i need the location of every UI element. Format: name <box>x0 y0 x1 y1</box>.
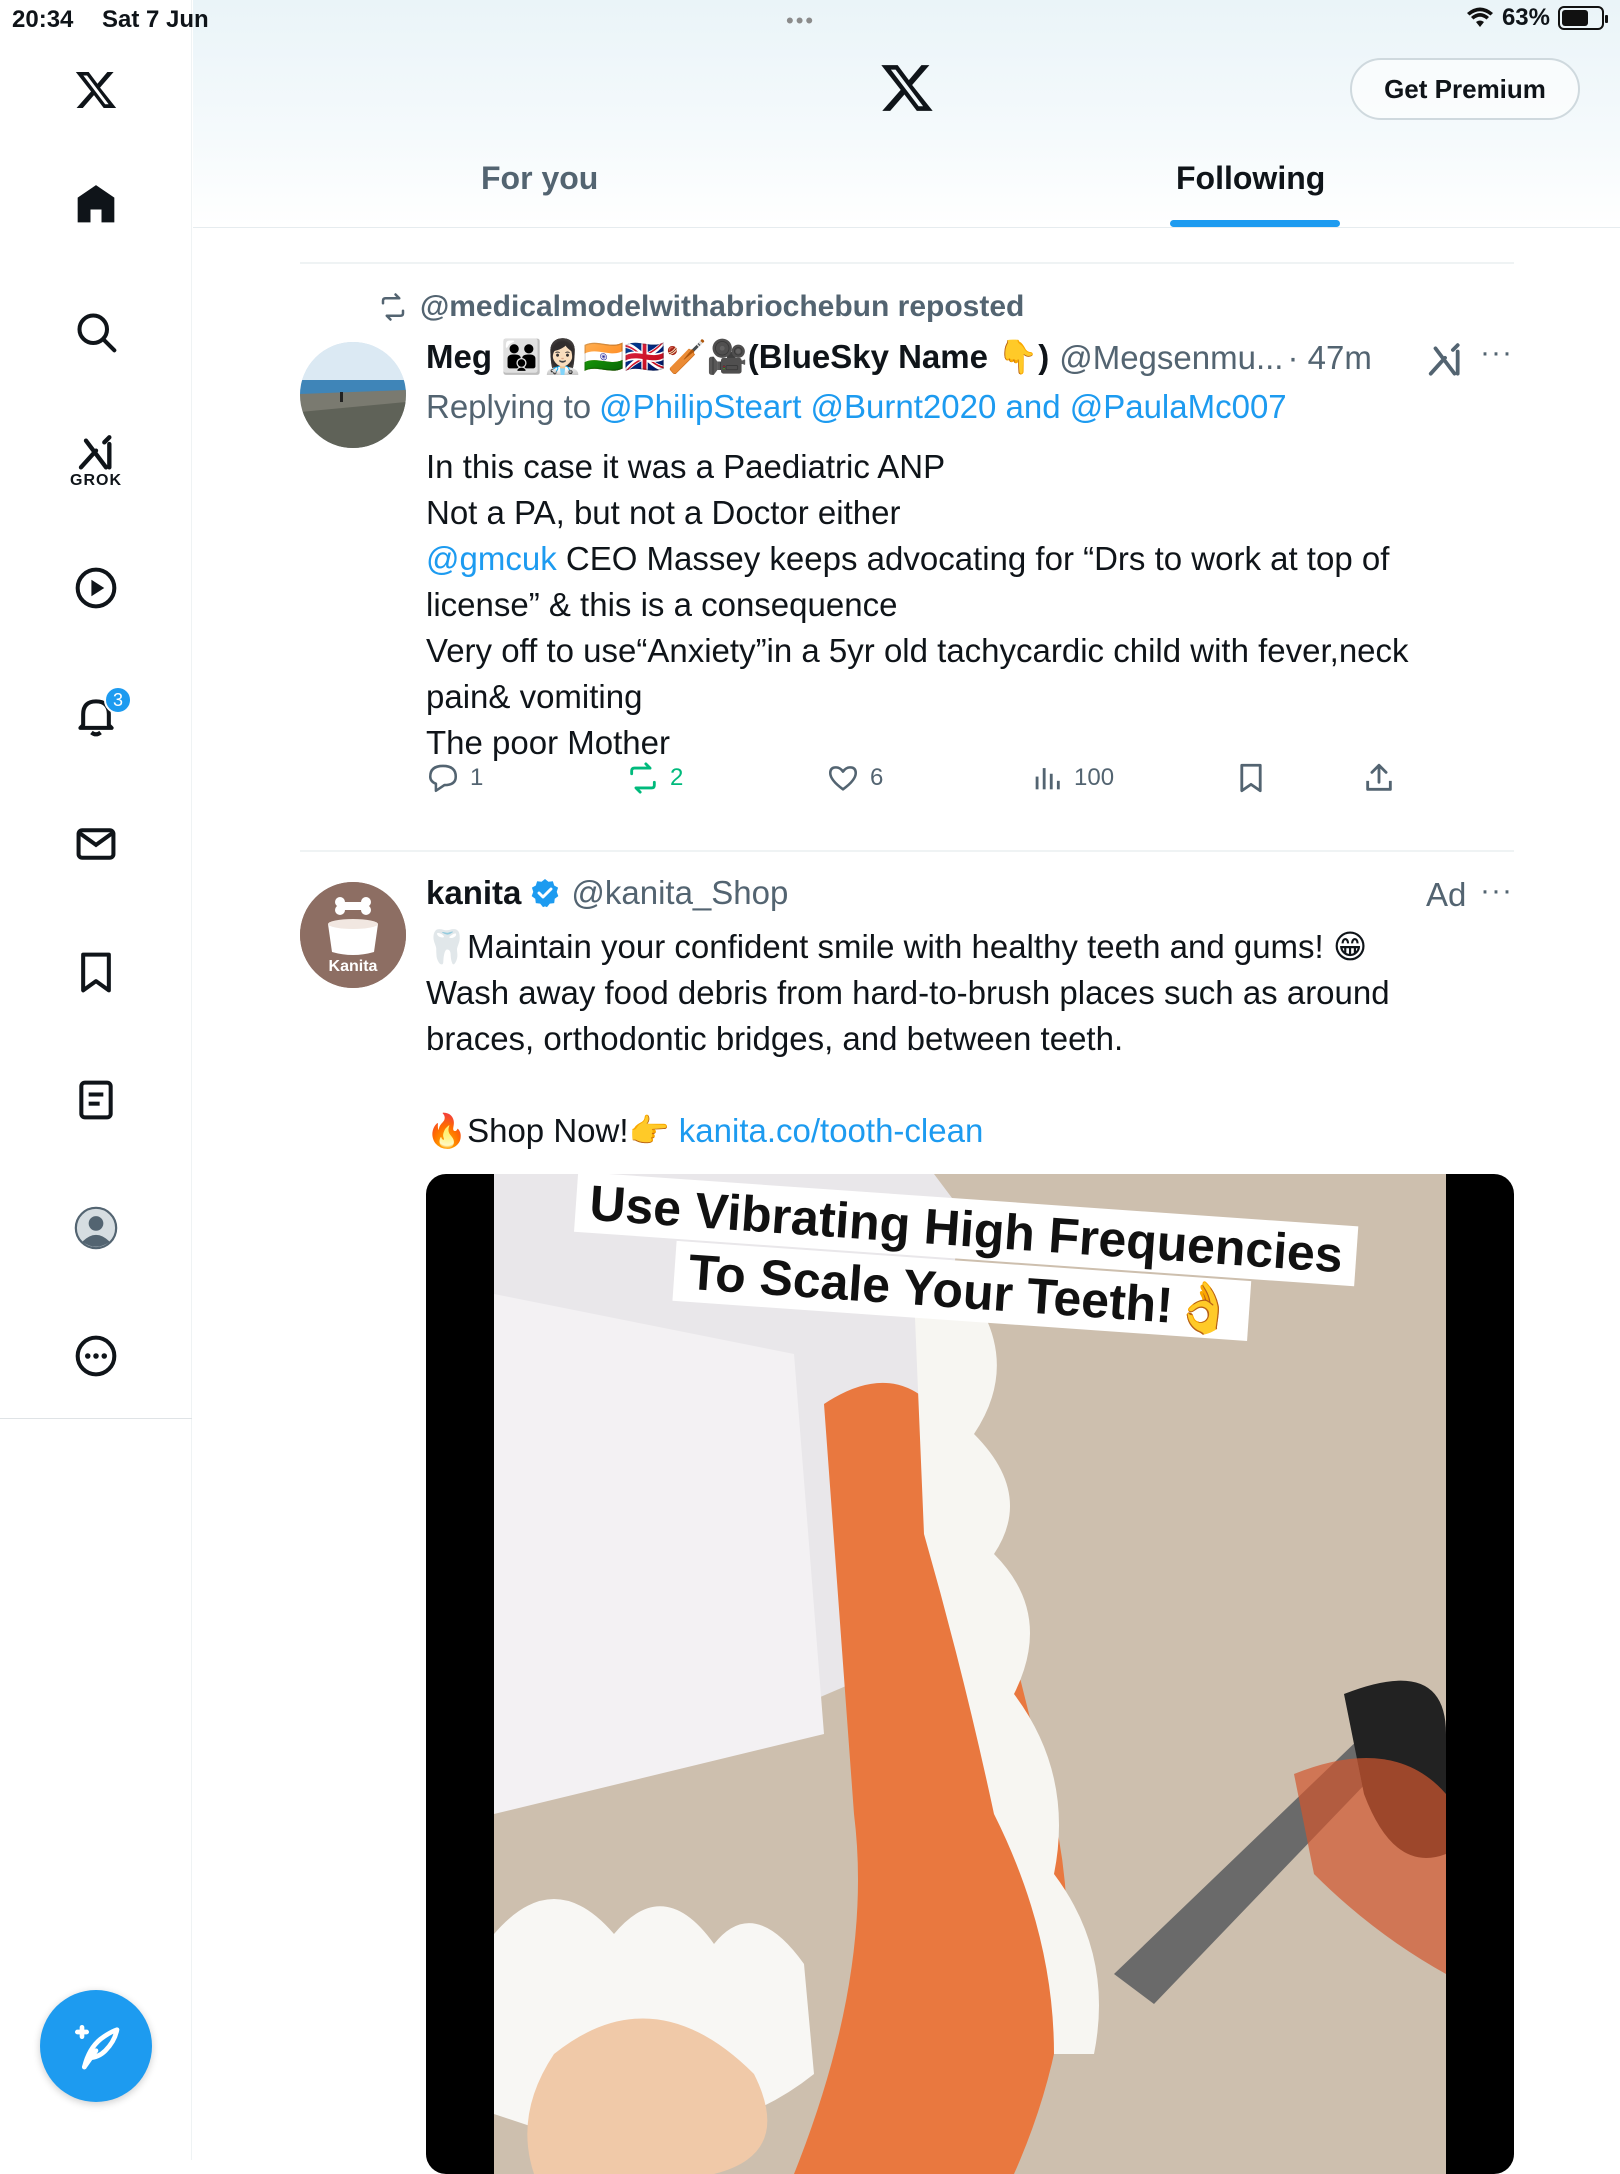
replying-prefix: Replying to <box>426 388 592 425</box>
like-button[interactable]: 6 <box>826 761 883 795</box>
author-handle[interactable]: @Megsenmu... <box>1059 339 1283 377</box>
replying-mentions[interactable]: @PhilipSteart @Burnt2020 and @PaulaMc007 <box>599 388 1287 426</box>
share-button[interactable] <box>1362 761 1396 795</box>
post-line: @gmcuk CEO Massey keeps advocating for “… <box>426 536 1486 582</box>
bookmarks-icon[interactable] <box>56 932 136 1012</box>
repost-small-icon <box>381 293 405 321</box>
multitasking-dots-icon[interactable]: ••• <box>786 8 815 34</box>
video-frame: Use Vibrating High Frequencies To Scale … <box>494 1174 1446 2174</box>
views-chart-icon <box>1035 768 1060 790</box>
compose-post-button[interactable] <box>40 1990 152 2102</box>
post-more-icon[interactable]: ··· <box>1480 874 1513 908</box>
ad-label: Ad <box>1426 876 1467 913</box>
home-icon[interactable] <box>56 164 136 244</box>
post-line: The poor Mother <box>426 724 670 761</box>
author-name[interactable]: kanita <box>426 874 521 912</box>
post-kanita-text: 🦷Maintain your confident smile with heal… <box>426 924 1486 1154</box>
author-handle[interactable]: @kanita_Shop <box>571 874 788 912</box>
post-line: 🔥Shop Now!👉 kanita.co/tooth-clean <box>426 1108 1486 1154</box>
replying-to: Replying to @PhilipSteart @Burnt2020 and… <box>426 388 1287 426</box>
tab-for-you[interactable]: For you <box>481 160 598 197</box>
grok-icon[interactable]: GROK <box>56 422 136 502</box>
ad-video-media[interactable]: Use Vibrating High Frequencies To Scale … <box>426 1174 1514 2174</box>
post-time[interactable]: · 47m <box>1287 339 1371 377</box>
avatar-kanita[interactable]: Kanita <box>300 882 406 988</box>
repost-count: 2 <box>670 764 684 791</box>
verified-badge-icon <box>532 879 559 908</box>
bookmark-icon <box>1240 763 1262 793</box>
video-icon[interactable] <box>56 548 136 628</box>
notifications-badge: 3 <box>104 686 132 714</box>
status-bar: 20:34 Sat 7 Jun ••• 63% <box>0 0 1620 40</box>
post-line: Very off to use“Anxiety”in a 5yr old tac… <box>426 632 1409 669</box>
author-name[interactable]: Meg 🧑‍🧑‍🧒👩🏻‍⚕️🇮🇳🇬🇧🏏🎥(BlueSky Name 👇) <box>426 338 1049 377</box>
tab-following[interactable]: Following <box>1176 160 1325 197</box>
get-premium-button[interactable]: Get Premium <box>1350 58 1580 120</box>
post-meg-text: In this case it was a Paediatric ANP Not… <box>426 444 1486 766</box>
grok-label: GROK <box>70 472 122 489</box>
post-divider <box>300 850 1514 852</box>
shop-link[interactable]: kanita.co/tooth-clean <box>679 1112 984 1149</box>
battery-icon <box>1558 6 1608 30</box>
profile-avatar-icon[interactable] <box>56 1188 136 1268</box>
status-time: 20:34 <box>12 6 74 33</box>
notifications-icon[interactable]: 3 <box>56 676 136 756</box>
x-logo-icon[interactable] <box>56 50 136 130</box>
compose-feather-icon <box>75 2025 120 2070</box>
repost-text: @medicalmodelwithabriochebun reposted <box>420 290 1025 323</box>
repost-indicator: @medicalmodelwithabriochebun reposted <box>378 290 1024 324</box>
avatar-kanita-label: Kanita <box>328 958 378 975</box>
x-header-logo-icon <box>881 65 933 111</box>
share-icon <box>1366 763 1392 791</box>
battery-percent: 63% <box>1501 4 1550 31</box>
post-line: braces, orthodontic bridges, and between… <box>426 1020 1124 1057</box>
post-line-rest: CEO Massey keeps advocating for “Drs to … <box>556 540 1390 577</box>
heart-icon <box>828 766 858 791</box>
mention-link[interactable]: @gmcuk <box>426 540 557 577</box>
bookmark-button[interactable] <box>1234 761 1268 795</box>
post-line: Not a PA, but not a Doctor either <box>426 494 901 531</box>
lists-icon[interactable] <box>56 1060 136 1140</box>
status-right: 63% <box>1466 4 1608 32</box>
reply-count: 1 <box>470 764 484 791</box>
like-count: 6 <box>870 764 884 791</box>
post-kanita-header: kanita @kanita_Shop <box>426 874 788 912</box>
cta-prefix: 🔥Shop Now!👉 <box>426 1112 670 1149</box>
reply-icon <box>428 764 458 793</box>
status-date: Sat 7 Jun <box>102 6 209 33</box>
messages-icon[interactable] <box>56 804 136 884</box>
grok-explain-icon[interactable] <box>1426 342 1464 380</box>
feed-top-divider <box>300 262 1514 264</box>
active-tab-indicator <box>1170 220 1340 227</box>
view-count: 100 <box>1074 764 1115 791</box>
views-button[interactable]: 100 <box>1030 761 1114 795</box>
post-line: In this case it was a Paediatric ANP <box>426 448 946 485</box>
sidebar-divider <box>0 1418 192 1419</box>
reply-button[interactable]: 1 <box>426 761 483 795</box>
avatar-meg[interactable] <box>300 342 406 448</box>
repost-button[interactable]: 2 <box>626 761 683 795</box>
post-meg-header: Meg 🧑‍🧑‍🧒👩🏻‍⚕️🇮🇳🇬🇧🏏🎥(BlueSky Name 👇) @Me… <box>426 338 1372 377</box>
more-options-icon[interactable] <box>56 1316 136 1396</box>
wifi-icon <box>1466 7 1493 27</box>
repost-icon <box>630 762 656 794</box>
post-line: license” & this is a consequence <box>426 586 898 623</box>
search-icon[interactable] <box>56 292 136 372</box>
post-line: 🦷Maintain your confident smile with heal… <box>426 928 1368 965</box>
post-more-icon[interactable]: ··· <box>1480 336 1513 370</box>
post-line: pain& vomiting <box>426 678 643 715</box>
sidebar: GROK 3 <box>0 0 192 2160</box>
post-line: Wash away food debris from hard-to-brush… <box>426 974 1390 1011</box>
